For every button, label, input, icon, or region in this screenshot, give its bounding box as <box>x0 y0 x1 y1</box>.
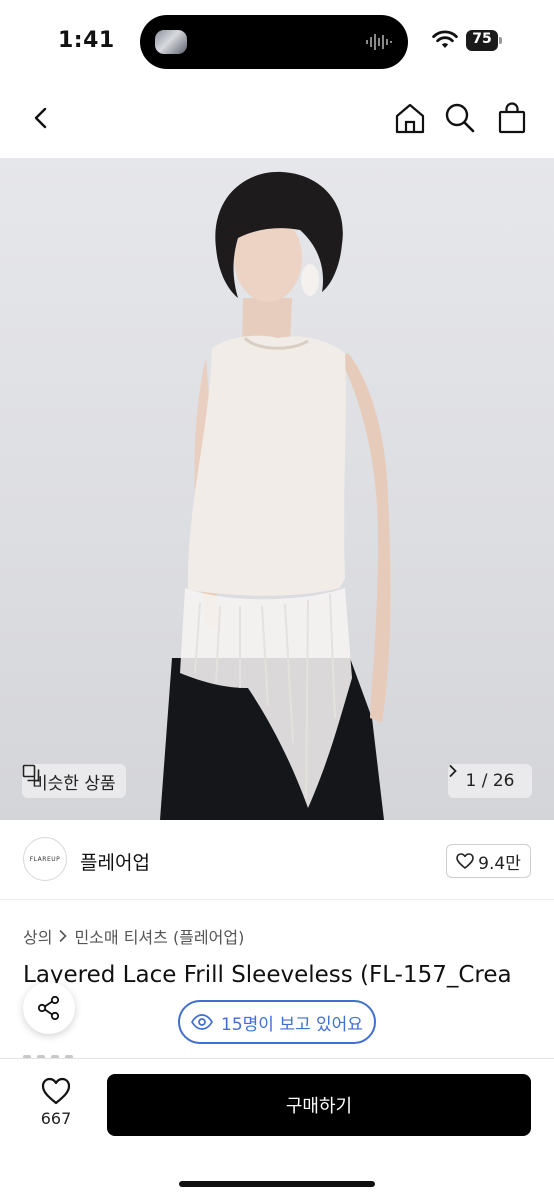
heart-icon <box>41 1077 71 1105</box>
brand-row: FLAREUP 플레어업 9.4만 <box>0 820 554 900</box>
breadcrumb-item[interactable]: 민소매 티셔츠 (플레어업) <box>74 924 244 948</box>
product-image[interactable]: 비슷한 상품 1 / 26 <box>0 158 554 820</box>
breadcrumb: 상의 민소매 티셔츠 (플레어업) <box>23 924 244 948</box>
similar-products-label: 비슷한 상품 <box>32 773 116 794</box>
breadcrumb-item[interactable]: 상의 <box>23 924 52 948</box>
buy-button[interactable]: 구매하기 <box>107 1074 531 1136</box>
brand-logo[interactable]: FLAREUP <box>23 837 67 881</box>
search-icon[interactable] <box>442 100 478 136</box>
chevron-right-icon <box>60 930 68 942</box>
home-icon[interactable] <box>392 100 428 136</box>
bottom-action-bar: 667 구매하기 <box>0 1058 554 1200</box>
wishlist-button[interactable]: 667 <box>30 1077 82 1137</box>
product-photo-illustration <box>160 171 391 820</box>
wishlist-count: 667 <box>40 1109 72 1128</box>
image-page-indicator[interactable]: 1 / 26 <box>448 764 532 798</box>
image-page-count: 1 / 26 <box>465 771 515 791</box>
status-bar: 1:41 75 <box>0 0 554 82</box>
dynamic-island <box>140 15 408 69</box>
share-button[interactable] <box>23 982 75 1034</box>
top-nav <box>0 82 554 158</box>
wifi-icon <box>432 30 458 48</box>
eye-icon <box>191 1014 214 1030</box>
brand-name[interactable]: 플레어업 <box>80 848 150 875</box>
brand-like-count: 9.4만 <box>478 853 521 874</box>
brand-like-button[interactable]: 9.4만 <box>446 844 531 878</box>
shopping-bag-icon[interactable] <box>494 100 530 136</box>
now-playing-thumbnail <box>155 30 187 54</box>
rating-row-peek <box>23 1048 133 1058</box>
brand-logo-text: FLAREUP <box>29 855 61 863</box>
home-indicator <box>179 1181 375 1187</box>
heart-icon <box>456 853 474 869</box>
chevron-right-icon <box>449 765 457 777</box>
product-title: Layered Lace Frill Sleeveless (FL-157_Cr… <box>23 962 512 988</box>
copy-icon <box>22 764 40 782</box>
viewers-badge: 15명이 보고 있어요 <box>178 1000 376 1044</box>
battery-indicator: 75 <box>466 30 502 51</box>
viewers-text: 15명이 보고 있어요 <box>221 1014 363 1035</box>
similar-products-button[interactable]: 비슷한 상품 <box>22 764 126 798</box>
status-time: 1:41 <box>58 28 115 53</box>
back-icon[interactable] <box>24 100 60 136</box>
share-icon <box>37 995 60 1021</box>
battery-level: 75 <box>472 31 492 47</box>
audio-wave-icon <box>366 34 392 50</box>
